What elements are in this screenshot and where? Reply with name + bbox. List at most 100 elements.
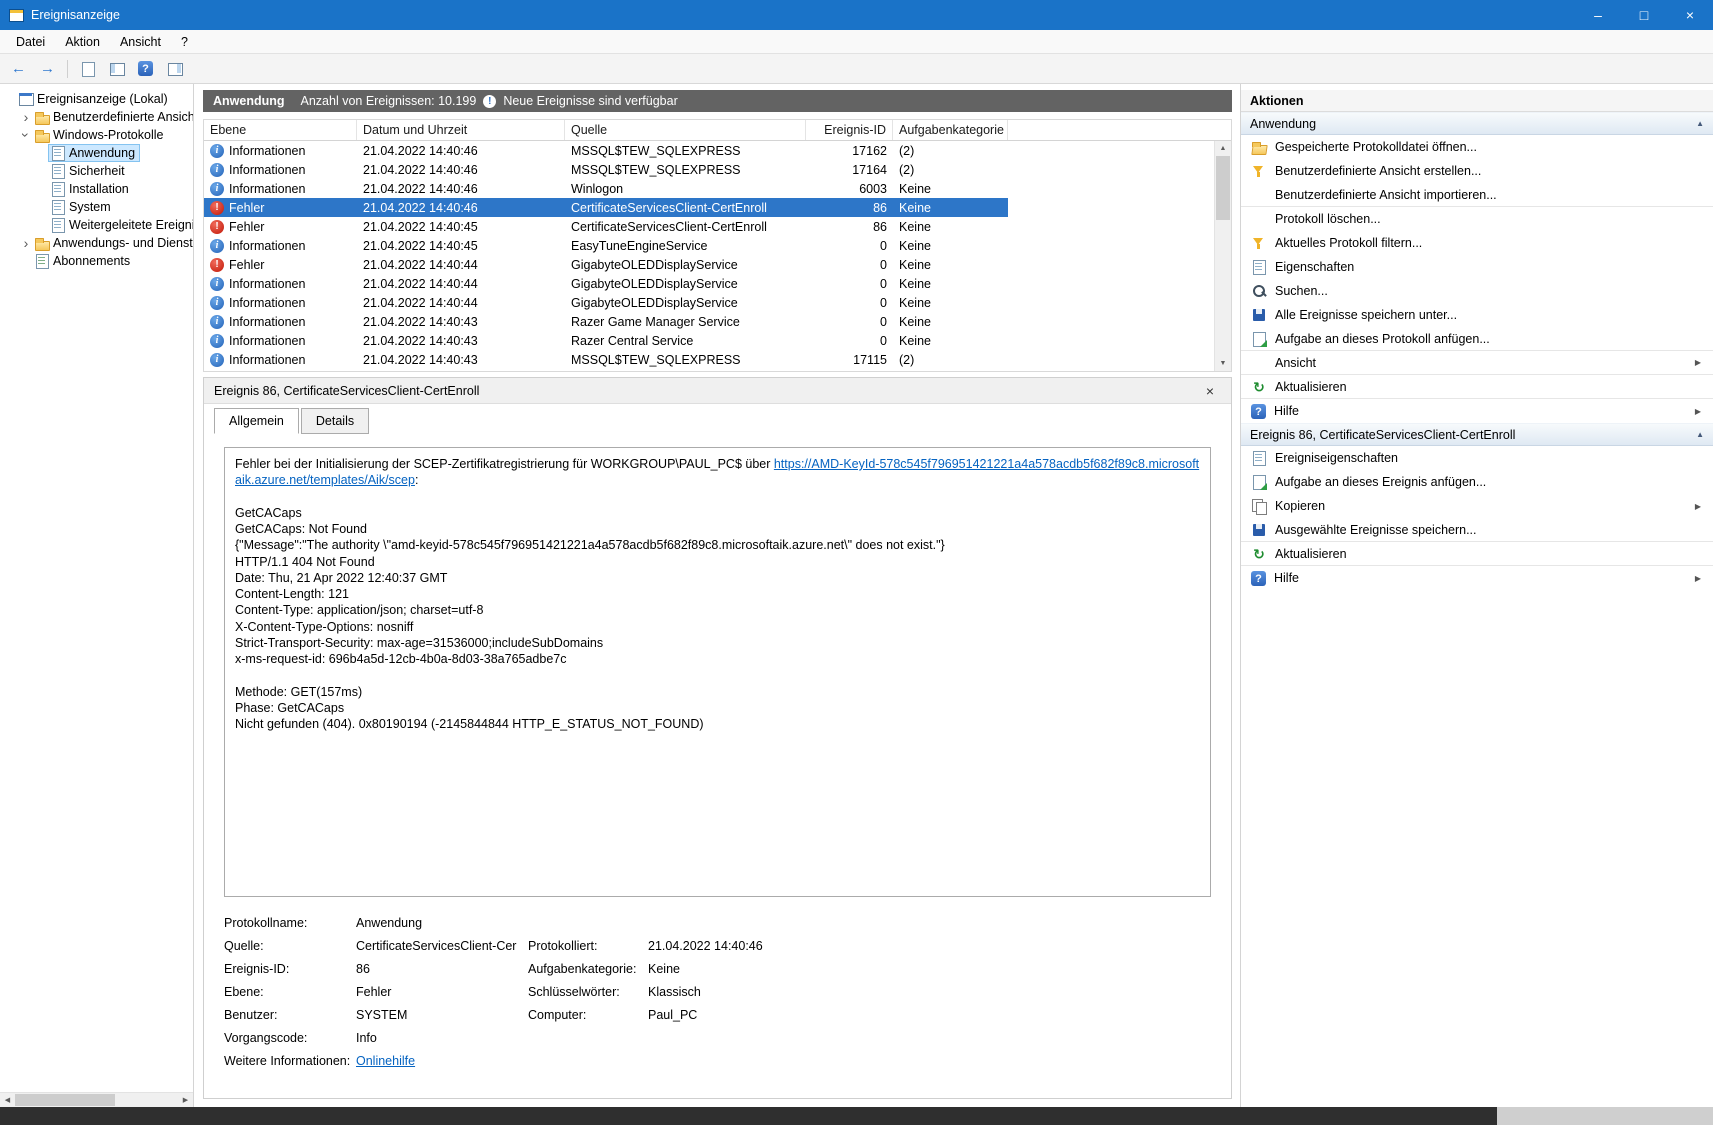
event-id: 86 [873, 200, 887, 215]
tab-allgemein[interactable]: Allgemein [214, 408, 299, 434]
action-aktuelles-protokoll-filtern[interactable]: Aktuelles Protokoll filtern... [1241, 231, 1713, 255]
event-id: 0 [880, 314, 887, 329]
action-eigenschaften[interactable]: Eigenschaften [1241, 255, 1713, 279]
event-row[interactable]: i Informationen 21.04.2022 14:40:46 MSSQL$T… [204, 160, 1008, 179]
event-row[interactable]: ! Fehler 21.04.2022 14:40:45 CertificateSer… [204, 217, 1008, 236]
event-datetime: 21.04.2022 14:40:46 [363, 200, 478, 215]
event-message-intro: Fehler bei der Initialisierung der SCEP-… [235, 457, 774, 471]
menu-ansicht[interactable]: Ansicht [110, 32, 171, 52]
event-row[interactable]: i Informationen 21.04.2022 14:40:43 Razer C… [204, 331, 1008, 350]
field-value: Klassisch [648, 984, 701, 999]
event-id: 17115 [853, 352, 887, 367]
column-header-datum-und-uhrzeit[interactable]: Datum und Uhrzeit [357, 120, 565, 140]
action-hilfe[interactable]: ? Hilfe ▶ [1241, 566, 1713, 590]
event-level-label: Informationen [229, 276, 306, 291]
action-alle-ereignisse-speichern-unter[interactable]: Alle Ereignisse speichern unter... [1241, 303, 1713, 327]
scrollbar-thumb[interactable] [1216, 156, 1230, 220]
event-datetime: 21.04.2022 14:40:44 [363, 257, 478, 272]
action-aktualisieren[interactable]: ↻ Aktualisieren [1241, 375, 1713, 399]
action-gespeicherte-protokolldatei-oeffnen[interactable]: Gespeicherte Protokolldatei öffnen... [1241, 135, 1713, 159]
console-tree-button[interactable] [103, 57, 130, 81]
action-ereigniseigenschaften[interactable]: Ereigniseigenschaften [1241, 446, 1713, 470]
scrollbar-track[interactable] [1215, 156, 1231, 356]
action-ausgewaehlte-ereignisse-speichern[interactable]: Ausgewählte Ereignisse speichern... [1241, 518, 1713, 542]
event-level-label: Fehler [229, 219, 265, 234]
actions-section-anwendung[interactable]: Anwendung ▲ [1241, 112, 1713, 135]
log-title: Anwendung [213, 94, 285, 108]
event-row[interactable]: i Informationen 21.04.2022 14:40:46 Winlogo… [204, 179, 1008, 198]
field-value [648, 1049, 1211, 1072]
action-protokoll-loeschen[interactable]: Protokoll löschen... [1241, 207, 1713, 231]
column-header-ereignis-id[interactable]: Ereignis-ID [806, 120, 893, 140]
expander-icon[interactable]: › [20, 110, 32, 124]
event-row[interactable]: i Informationen 21.04.2022 14:40:45 EasyTun… [204, 236, 1008, 255]
event-row[interactable]: i Informationen 21.04.2022 14:40:43 MSSQL$T… [204, 350, 1008, 369]
forward-button[interactable]: → [34, 57, 61, 81]
menu-aktion[interactable]: Aktion [55, 32, 110, 52]
action-aufgabe-an-dieses-ereignis-anfuegen[interactable]: Aufgabe an dieses Ereignis anfügen... [1241, 470, 1713, 494]
event-row[interactable]: i Informationen 21.04.2022 14:40:44 Gigabyt… [204, 293, 1008, 312]
scroll-up-icon[interactable]: ▲ [1215, 141, 1231, 156]
folder-icon [34, 127, 50, 143]
event-source: CertificateServicesClient-CertEnroll [571, 200, 767, 215]
actions-section-ereignis-86-certificateservicesclient-certenroll[interactable]: Ereignis 86, CertificateServicesClient-C… [1241, 423, 1713, 446]
log-panel: Anwendung Anzahl von Ereignissen: 10.199… [194, 84, 1240, 1107]
event-row[interactable]: ! Fehler 21.04.2022 14:40:46 CertificateSer… [204, 198, 1008, 217]
action-aufgabe-an-dieses-protokoll-anfuegen[interactable]: Aufgabe an dieses Protokoll anfügen... [1241, 327, 1713, 351]
tree-item-anwendungs-und-dienstprotokolle[interactable]: › Anwendungs- und Dienstprotokolle [0, 234, 193, 252]
event-viewer-window: Ereignisanzeige – □ × Datei Aktion Ansicht… [0, 0, 1713, 1125]
scrollbar-track[interactable] [15, 1093, 178, 1107]
action-benutzerdefinierte-ansicht-erstellen[interactable]: Benutzerdefinierte Ansicht erstellen... [1241, 159, 1713, 183]
field-value: Anwendung [356, 915, 423, 930]
tree-item-system[interactable]: System [0, 198, 193, 216]
tree-horizontal-scrollbar[interactable]: ◀ ▶ [0, 1092, 193, 1107]
online-help-link[interactable]: Onlinehilfe [356, 1054, 415, 1068]
expander-icon[interactable]: › [20, 236, 32, 250]
menu-datei[interactable]: Datei [6, 32, 55, 52]
close-button[interactable]: × [1667, 0, 1713, 30]
tree-item-weitergeleitete-ereignisse[interactable]: Weitergeleitete Ereignisse [0, 216, 193, 234]
help-icon: ? [138, 61, 153, 76]
menu-hilfe[interactable]: ? [171, 32, 198, 52]
action-suchen[interactable]: Suchen... [1241, 279, 1713, 303]
column-header-ebene[interactable]: Ebene [204, 120, 357, 140]
tab-details[interactable]: Details [300, 408, 370, 434]
field-label: Ereignis-ID: [224, 961, 290, 976]
expander-icon[interactable]: › [18, 129, 34, 141]
action-hilfe[interactable]: ? Hilfe ▶ [1241, 399, 1713, 423]
help-button[interactable]: ? [132, 57, 159, 81]
tree-item-sicherheit[interactable]: Sicherheit [0, 162, 193, 180]
collapse-icon[interactable]: ▲ [1696, 119, 1704, 128]
action-ansicht[interactable]: Ansicht ▶ [1241, 351, 1713, 375]
save-icon [1251, 522, 1267, 538]
scroll-right-icon[interactable]: ▶ [178, 1093, 193, 1107]
scrollbar-thumb[interactable] [15, 1094, 115, 1106]
tree-item-ereignisanzeige-lokal[interactable]: Ereignisanzeige (Lokal) [0, 90, 193, 108]
tree-item-installation[interactable]: Installation [0, 180, 193, 198]
tree-item-abonnements[interactable]: Abonnements [0, 252, 193, 270]
scroll-left-icon[interactable]: ◀ [0, 1093, 15, 1107]
detail-title: Ereignis 86, CertificateServicesClient-C… [214, 383, 480, 398]
close-detail-icon[interactable]: × [1199, 383, 1221, 399]
column-header-aufgabenkategorie[interactable]: Aufgabenkategorie [893, 120, 1008, 140]
maximize-button[interactable]: □ [1621, 0, 1667, 30]
back-button[interactable]: ← [5, 57, 32, 81]
action-kopieren[interactable]: Kopieren ▶ [1241, 494, 1713, 518]
tree-item-windows-protokolle[interactable]: › Windows-Protokolle [0, 126, 193, 144]
scroll-down-icon[interactable]: ▼ [1215, 356, 1231, 371]
minimize-button[interactable]: – [1575, 0, 1621, 30]
action-benutzerdefinierte-ansicht-importieren[interactable]: Benutzerdefinierte Ansicht importieren..… [1241, 183, 1713, 207]
action-aktualisieren[interactable]: ↻ Aktualisieren [1241, 542, 1713, 566]
tree-item-benutzerdefinierte-ansichten[interactable]: › Benutzerdefinierte Ansichten [0, 108, 193, 126]
table-vertical-scrollbar[interactable]: ▲ ▼ [1214, 141, 1231, 371]
event-row[interactable]: i Informationen 21.04.2022 14:40:46 MSSQL$T… [204, 141, 1008, 160]
action-pane-button[interactable] [161, 57, 188, 81]
document-button[interactable] [74, 57, 101, 81]
table-header-row: Ebene Datum und Uhrzeit Quelle Ereignis-ID A… [204, 120, 1231, 141]
event-row[interactable]: ! Fehler 21.04.2022 14:40:44 GigabyteOLEDDi… [204, 255, 1008, 274]
collapse-icon[interactable]: ▲ [1696, 430, 1704, 439]
event-row[interactable]: i Informationen 21.04.2022 14:40:44 Gigabyt… [204, 274, 1008, 293]
tree-item-anwendung[interactable]: Anwendung [0, 144, 193, 162]
column-header-quelle[interactable]: Quelle [565, 120, 806, 140]
event-row[interactable]: i Informationen 21.04.2022 14:40:43 Razer G… [204, 312, 1008, 331]
